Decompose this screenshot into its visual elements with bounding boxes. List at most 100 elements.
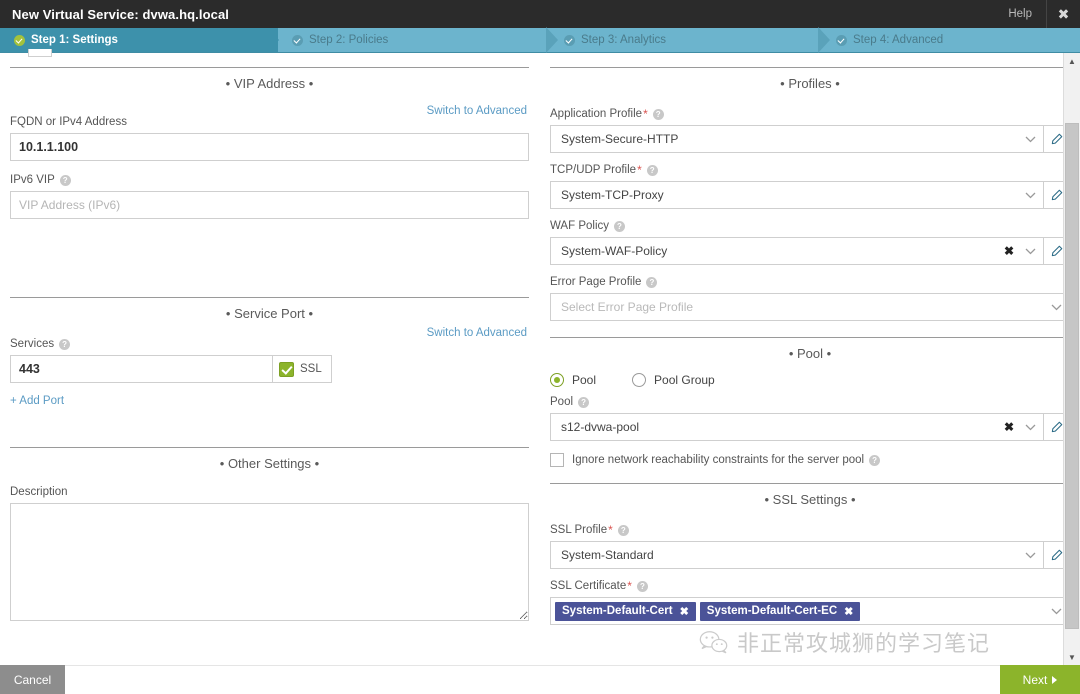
wizard-step-bar: Step 1: Settings Step 2: Policies Step 3…: [0, 27, 1080, 53]
step-label: Step 4: Advanced: [853, 34, 944, 46]
application-profile-value: System-Secure-HTTP: [561, 132, 679, 146]
waf-policy-row: System-WAF-Policy ✖: [550, 237, 1070, 265]
radio-pool-label: Pool: [572, 373, 597, 387]
vip-switch-to-advanced-link[interactable]: Switch to Advanced: [427, 105, 527, 117]
waf-policy-select[interactable]: System-WAF-Policy ✖: [550, 237, 1044, 265]
services-row: 443 SSL: [10, 355, 332, 383]
pool-value: s12-dvwa-pool: [561, 420, 640, 434]
remove-tag-icon[interactable]: ✖: [844, 605, 853, 618]
ssl-certificate-tag-label: System-Default-Cert-EC: [706, 605, 838, 617]
section-vip-address: • VIP Address • Switch to Advanced FQDN …: [10, 67, 529, 297]
help-tooltip-icon[interactable]: ?: [646, 164, 658, 176]
help-tooltip-icon[interactable]: ?: [59, 338, 71, 350]
application-profile-select[interactable]: System-Secure-HTTP: [550, 125, 1044, 153]
step-4-advanced[interactable]: Step 4: Advanced: [822, 28, 1080, 52]
help-tooltip-icon[interactable]: ?: [646, 276, 658, 288]
remove-tag-icon[interactable]: ✖: [680, 605, 689, 618]
help-tooltip-icon[interactable]: ?: [636, 580, 648, 592]
ssl-certificate-multiselect[interactable]: System-Default-Cert ✖ System-Default-Cer…: [550, 597, 1070, 625]
section-ssl-settings: • SSL Settings • SSL Profile * ? System-…: [550, 483, 1070, 625]
pool-select[interactable]: s12-dvwa-pool ✖: [550, 413, 1044, 441]
chevron-down-icon[interactable]: [1049, 294, 1063, 320]
check-circle-icon: [292, 34, 303, 46]
tcp-udp-profile-row: System-TCP-Proxy: [550, 181, 1070, 209]
service-port-switch-to-advanced-link[interactable]: Switch to Advanced: [427, 327, 527, 339]
field-ssl-certificate: SSL Certificate * ? System-Default-Cert …: [550, 579, 1070, 625]
required-asterisk: *: [637, 163, 642, 177]
tcp-udp-profile-value: System-TCP-Proxy: [561, 188, 664, 202]
chevron-down-icon[interactable]: [1023, 238, 1037, 264]
section-profiles: • Profiles • Application Profile * ? Sys…: [550, 67, 1070, 337]
help-tooltip-icon[interactable]: ?: [652, 108, 664, 120]
ssl-checkbox[interactable]: SSL: [272, 355, 332, 383]
chevron-down-icon[interactable]: [1023, 414, 1037, 440]
help-tooltip-icon[interactable]: ?: [617, 524, 629, 536]
fqdn-input[interactable]: 10.1.1.100: [10, 133, 529, 161]
next-button[interactable]: Next: [1000, 665, 1080, 694]
check-circle-icon: [836, 34, 847, 46]
help-tooltip-icon[interactable]: ?: [614, 220, 625, 232]
ssl-certificate-tag[interactable]: System-Default-Cert-EC ✖: [699, 601, 861, 621]
cancel-button[interactable]: Cancel: [0, 665, 65, 694]
ignore-reachability-checkbox[interactable]: Ignore network reachability constraints …: [550, 453, 1070, 467]
scrollbar-thumb[interactable]: [1065, 123, 1079, 629]
section-title-service-port: • Service Port •: [225, 306, 314, 321]
ssl-profile-label-text: SSL Profile: [550, 524, 608, 536]
ssl-checkbox-label: SSL: [300, 363, 322, 375]
section-title-pool: • Pool •: [788, 346, 832, 361]
step-3-analytics[interactable]: Step 3: Analytics: [550, 28, 822, 52]
close-icon[interactable]: ✖: [1046, 0, 1080, 28]
help-button[interactable]: Help: [994, 0, 1046, 28]
description-textarea[interactable]: [10, 503, 529, 621]
step-2-policies[interactable]: Step 2: Policies: [278, 28, 550, 52]
services-label: Services ?: [10, 337, 529, 351]
step-label: Step 1: Settings: [31, 34, 118, 46]
help-tooltip-icon[interactable]: ?: [59, 174, 71, 186]
clear-icon[interactable]: ✖: [995, 420, 1023, 434]
footer-spacer: [65, 665, 1000, 694]
error-page-profile-row: Select Error Page Profile: [550, 293, 1070, 321]
field-pool: Pool ? s12-dvwa-pool ✖: [550, 395, 1070, 441]
field-error-page-profile: Error Page Profile ? Select Error Page P…: [550, 275, 1070, 321]
pool-label: Pool ?: [550, 395, 1070, 409]
ipv6-vip-label-text: IPv6 VIP: [10, 174, 55, 186]
right-column: • Profiles • Application Profile * ? Sys…: [540, 53, 1080, 665]
description-label: Description: [10, 485, 529, 499]
page-title: New Virtual Service: dvwa.hq.local: [12, 6, 230, 22]
error-page-profile-select[interactable]: Select Error Page Profile: [550, 293, 1070, 321]
ssl-profile-value: System-Standard: [561, 548, 654, 562]
waf-policy-label: WAF Policy ?: [550, 219, 1070, 233]
radio-unselected-icon: [632, 373, 647, 387]
tcp-udp-profile-label: TCP/UDP Profile * ?: [550, 163, 1070, 177]
chevron-down-icon[interactable]: [1023, 542, 1037, 568]
ssl-certificate-label: SSL Certificate * ?: [550, 579, 1070, 593]
window-title-bar: New Virtual Service: dvwa.hq.local Help …: [0, 0, 1080, 28]
scroll-down-icon[interactable]: ▼: [1064, 649, 1080, 665]
chevron-down-icon[interactable]: [1023, 126, 1037, 152]
field-fqdn: FQDN or IPv4 Address 10.1.1.100: [10, 115, 529, 161]
ipv6-vip-input[interactable]: VIP Address (IPv6): [10, 191, 529, 219]
vertical-scrollbar[interactable]: ▲ ▼: [1063, 53, 1080, 665]
section-other-settings: • Other Settings • Description: [10, 447, 529, 626]
scroll-up-icon[interactable]: ▲: [1064, 53, 1080, 69]
section-service-port: • Service Port • Switch to Advanced Serv…: [10, 297, 529, 447]
step-label: Step 2: Policies: [309, 34, 389, 46]
radio-pool[interactable]: Pool: [550, 373, 596, 387]
description-label-text: Description: [10, 486, 68, 498]
pool-type-radio-group: Pool Pool Group: [550, 373, 1070, 387]
service-port-input[interactable]: 443: [10, 355, 273, 383]
ssl-profile-select[interactable]: System-Standard: [550, 541, 1044, 569]
chevron-down-icon[interactable]: [1023, 182, 1037, 208]
radio-pool-group-label: Pool Group: [654, 373, 715, 387]
tcp-udp-profile-select[interactable]: System-TCP-Proxy: [550, 181, 1044, 209]
radio-pool-group[interactable]: Pool Group: [632, 373, 715, 387]
field-application-profile: Application Profile * ? System-Secure-HT…: [550, 107, 1070, 153]
clear-icon[interactable]: ✖: [995, 244, 1023, 258]
field-waf-policy: WAF Policy ? System-WAF-Policy ✖: [550, 219, 1070, 265]
help-tooltip-icon[interactable]: ?: [869, 454, 881, 466]
add-port-link[interactable]: + Add Port: [10, 395, 64, 407]
section-title-profiles: • Profiles •: [780, 76, 840, 91]
ssl-certificate-tag[interactable]: System-Default-Cert ✖: [555, 601, 696, 621]
field-ipv6-vip: IPv6 VIP ? VIP Address (IPv6): [10, 173, 529, 219]
help-tooltip-icon[interactable]: ?: [578, 396, 590, 408]
